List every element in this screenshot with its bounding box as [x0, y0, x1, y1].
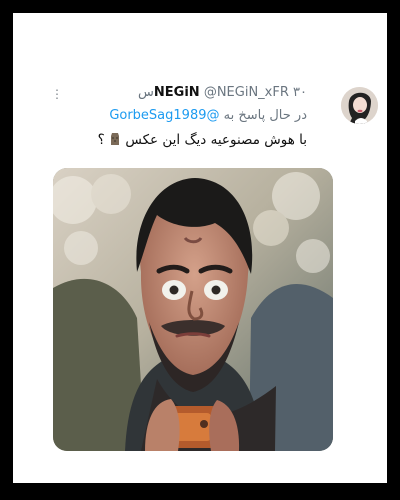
- display-name[interactable]: NEGiN: [154, 85, 200, 100]
- reply-prefix: در حال پاسخ به: [223, 108, 307, 123]
- tweet-header: NEGiN @NEGiN_xFR ۳۰س: [47, 84, 307, 102]
- reply-mention[interactable]: @GorbeSag1989: [109, 108, 219, 123]
- tweet-photo[interactable]: [53, 168, 333, 451]
- user-handle[interactable]: @NEGiN_xFR: [204, 85, 289, 100]
- question-mark: ؟: [97, 132, 105, 148]
- tweet-text: با هوش مصنوعیه دیگ این عکس ؟: [47, 130, 307, 150]
- tweet-body: با هوش مصنوعیه دیگ این عکس: [125, 132, 307, 148]
- user-avatar[interactable]: [341, 87, 378, 124]
- reply-context: در حال پاسخ به @GorbeSag1989: [47, 107, 307, 125]
- moai-emoji-icon: [109, 132, 121, 147]
- tweet-card: ⋮ NEGiN @NEGiN_xFR ۳۰س در حال پاسخ به @G…: [13, 13, 387, 483]
